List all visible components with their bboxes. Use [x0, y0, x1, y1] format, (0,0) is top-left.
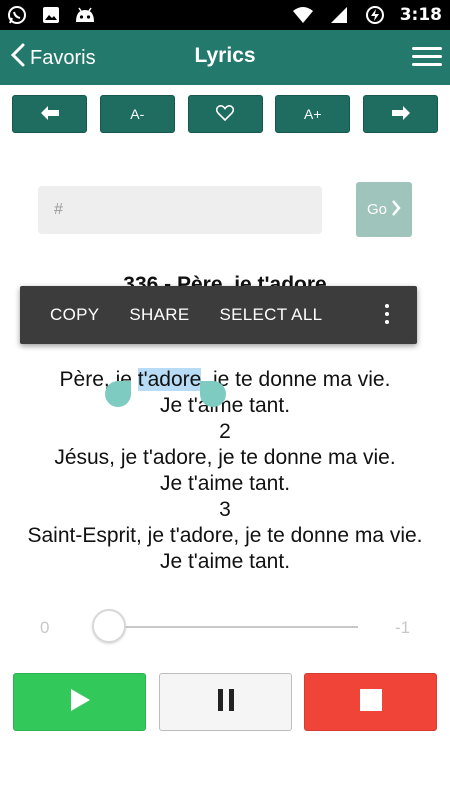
status-bar: 3:18 [0, 0, 450, 30]
lyrics-line: Je t'aime tant. [159, 550, 291, 573]
toolbar: A- A+ [12, 95, 438, 133]
chevron-right-icon [391, 199, 401, 221]
go-button[interactable]: Go [356, 182, 412, 237]
verse-number: 3 [219, 498, 231, 521]
selected-text: t'adore [137, 368, 202, 391]
play-button[interactable] [13, 673, 146, 731]
pause-button[interactable] [159, 673, 292, 731]
selection-end-handle[interactable] [200, 381, 226, 407]
battery-charging-icon [364, 4, 386, 26]
font-increase-label: A+ [303, 106, 322, 122]
next-song-button[interactable] [363, 95, 438, 133]
hamburger-menu-icon[interactable] [412, 42, 442, 72]
pause-icon [217, 688, 235, 716]
heart-icon [215, 104, 235, 124]
play-icon [69, 688, 91, 717]
lyrics-line: Saint-Esprit, je t'adore, je te donne ma… [27, 524, 423, 547]
selection-start-handle[interactable] [105, 381, 131, 407]
android-icon [74, 4, 96, 26]
lyrics-line: Je t'aime tant. [159, 472, 291, 495]
signal-icon [328, 4, 350, 26]
chevron-left-icon [10, 42, 26, 74]
previous-song-button[interactable] [12, 95, 87, 133]
image-icon [40, 4, 62, 26]
share-menu-item[interactable]: SHARE [99, 305, 189, 325]
copy-menu-item[interactable]: COPY [20, 305, 99, 325]
font-decrease-label: A- [130, 106, 145, 122]
verse-number: 2 [219, 420, 231, 443]
seek-bar: 0 -1 [0, 600, 450, 656]
seek-end-label: -1 [395, 618, 411, 637]
favorite-button[interactable] [187, 95, 263, 133]
app-bar: Favoris Lyrics [0, 30, 450, 85]
select-all-menu-item[interactable]: SELECT ALL [189, 305, 322, 325]
stop-icon [359, 688, 382, 716]
lyrics-line: Jésus, je t'adore, je te donne ma vie. [54, 446, 396, 469]
font-increase-button[interactable]: A+ [275, 95, 351, 133]
wifi-icon [292, 4, 314, 26]
arrow-left-icon [40, 105, 59, 123]
go-label: Go [366, 201, 387, 218]
back-label: Favoris [30, 46, 96, 69]
seek-track[interactable] [110, 626, 358, 628]
arrow-right-icon [391, 105, 410, 123]
status-time: 3:18 [399, 5, 442, 25]
song-number-input[interactable] [38, 186, 322, 234]
stop-button[interactable] [304, 673, 437, 731]
text-selection-menu: COPY SHARE SELECT ALL [20, 286, 417, 344]
whatsapp-icon [6, 4, 28, 26]
font-decrease-button[interactable]: A- [99, 95, 175, 133]
seek-thumb[interactable] [92, 609, 126, 643]
seek-start-label: 0 [40, 618, 50, 637]
more-vert-icon[interactable] [385, 304, 391, 328]
back-button[interactable]: Favoris [10, 42, 96, 74]
